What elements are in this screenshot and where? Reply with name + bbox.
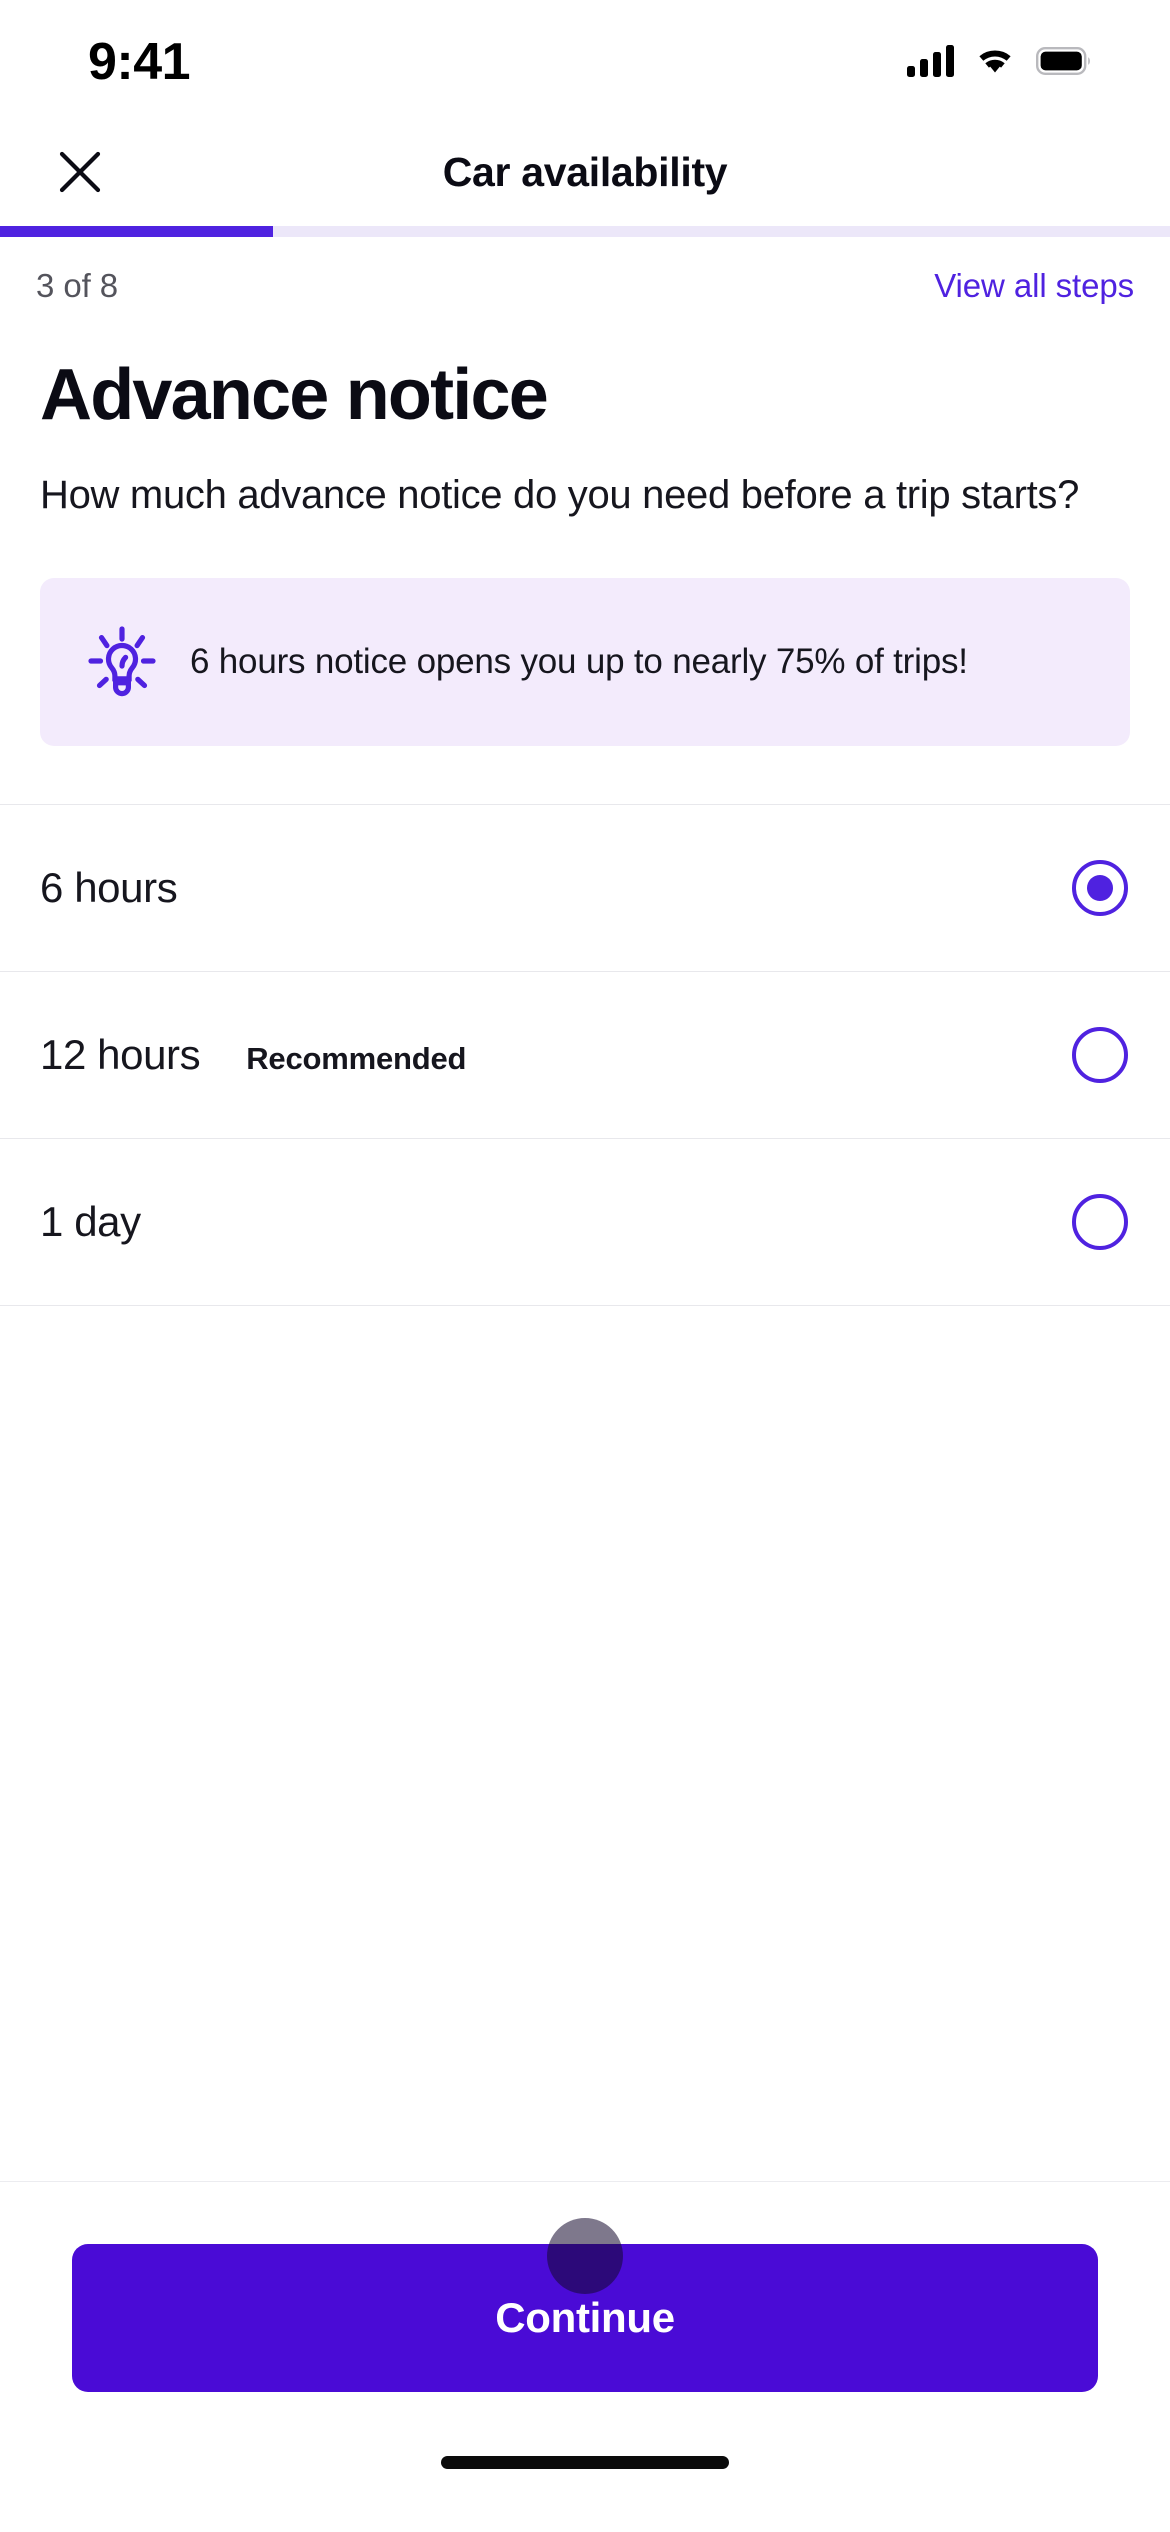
radio-button[interactable] (1072, 1027, 1128, 1084)
status-bar: 9:41 (0, 0, 1170, 118)
tip-banner: 6 hours notice opens you up to nearly 75… (40, 578, 1130, 747)
continue-button[interactable]: Continue (72, 2244, 1098, 2392)
page-title: Advance notice (40, 355, 549, 435)
home-indicator (441, 2455, 729, 2469)
option-label: 1 day (40, 1198, 141, 1246)
options-list: 6 hours 12 hours Recommended 1 day (0, 804, 1170, 1307)
battery-full-icon (1036, 47, 1090, 75)
page-title-header: Car availability (442, 148, 728, 195)
phone-screen: 9:41 Car availability 3 of 8 View all st… (0, 0, 1170, 2532)
radio-dot-icon (1087, 875, 1113, 902)
option-label: 6 hours (40, 864, 178, 912)
step-indicator-row: 3 of 8 View all steps (0, 237, 1170, 305)
status-bar-time: 9:41 (88, 33, 191, 91)
option-labels: 12 hours Recommended (40, 1031, 466, 1079)
option-row[interactable]: 6 hours (0, 805, 1170, 973)
navigation-bar: Car availability (0, 118, 1170, 226)
option-labels: 1 day (40, 1198, 141, 1246)
home-indicator-area (72, 2392, 1098, 2532)
view-all-steps-link[interactable]: View all steps (934, 267, 1134, 305)
page-subtitle: How much advance notice do you need befo… (40, 473, 1080, 518)
step-counter: 3 of 8 (36, 267, 118, 304)
tip-banner-text: 6 hours notice opens you up to nearly 75… (190, 641, 968, 681)
close-button[interactable] (48, 140, 112, 204)
progress-bar-track (0, 226, 1170, 237)
radio-button[interactable] (1072, 1194, 1128, 1251)
option-labels: 6 hours (40, 864, 178, 912)
status-bar-indicators (907, 45, 1092, 77)
option-label: 12 hours (40, 1031, 201, 1079)
option-row[interactable]: 1 day (0, 1139, 1170, 1307)
close-x-icon (59, 151, 101, 193)
lightbulb-icon (80, 620, 164, 704)
main-content: Advance notice How much advance notice d… (0, 305, 1170, 2181)
option-recommended-badge: Recommended (246, 1041, 467, 1077)
option-row[interactable]: 12 hours Recommended (0, 972, 1170, 1140)
cellular-signal-icon (907, 45, 954, 77)
progress-bar-fill (0, 226, 273, 237)
footer-bar: Continue (0, 2181, 1170, 2532)
wifi-icon (979, 50, 1011, 73)
radio-button-selected[interactable] (1072, 860, 1128, 917)
